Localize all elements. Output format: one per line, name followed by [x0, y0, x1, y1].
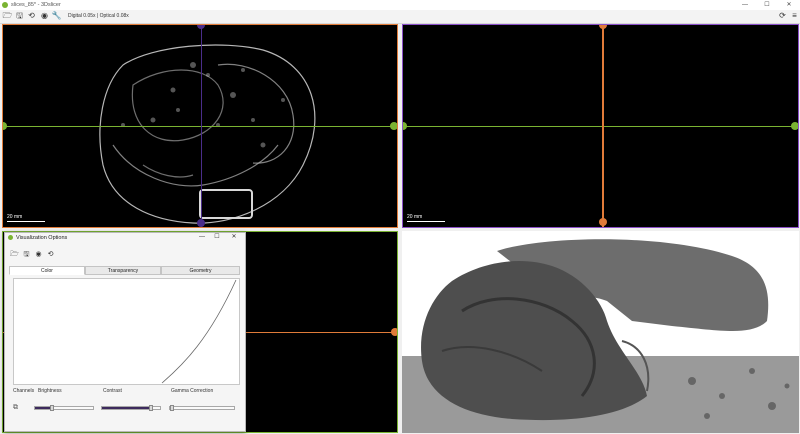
axial-scale-label: 20 mm [7, 214, 23, 220]
crosshair-handle-right[interactable] [391, 328, 397, 336]
crosshair-handle-bottom[interactable] [197, 219, 205, 227]
contrast-slider[interactable] [101, 405, 161, 411]
brightness-slider[interactable] [34, 405, 94, 411]
channels-label: Channels [13, 388, 35, 394]
folder-icon[interactable]: 🗁 [10, 250, 19, 259]
crosshair-handle-bottom[interactable] [599, 218, 607, 226]
dialog-minimize-button[interactable]: — [195, 233, 209, 242]
transfer-curve-plot [161, 279, 237, 384]
close-button[interactable]: ✕ [778, 0, 800, 10]
main-toolbar: 🗁 🖫 ⟲ ◉ 🔧 Digital 0.05x | Optical 0.08x … [0, 10, 800, 24]
reset-icon[interactable]: ⟲ [46, 250, 55, 259]
tab-color[interactable]: Color [9, 266, 85, 275]
window-title: slices_85* - 3Dslicer [11, 1, 61, 8]
3d-render-viewport[interactable] [402, 231, 799, 433]
channel-display-icon[interactable]: ⧉ [13, 404, 18, 412]
save-icon[interactable]: 🖫 [14, 11, 25, 21]
crosshair-handle-left[interactable] [403, 122, 407, 130]
axial-viewport[interactable]: 20 mm [2, 24, 398, 228]
eye-icon[interactable]: ◉ [39, 11, 50, 21]
title-bar: slices_85* - 3Dslicer — ☐ ✕ [0, 0, 800, 10]
3d-volume-render [402, 239, 799, 433]
gamma-slider-thumb[interactable] [170, 405, 174, 411]
maximize-button[interactable]: ☐ [756, 0, 778, 10]
wrench-icon[interactable]: 🔧 [51, 11, 62, 21]
open-folder-icon[interactable]: 🗁 [2, 11, 13, 21]
sagittal-viewport[interactable]: 20 mm [402, 24, 799, 228]
horizontal-crosshair[interactable] [403, 126, 798, 127]
vertical-crosshair[interactable] [201, 25, 202, 227]
crosshair-handle-top[interactable] [599, 25, 607, 29]
gamma-label: Gamma Correction [171, 388, 214, 394]
sagittal-scale-label: 20 mm [407, 214, 423, 220]
history-icon[interactable]: ⟲ [26, 11, 37, 21]
brightness-label: Brightness [38, 388, 62, 394]
app-logo-icon [2, 1, 8, 8]
menu-icon[interactable]: ≡ [789, 11, 800, 21]
camera-icon[interactable]: ◉ [34, 250, 43, 259]
tab-transparency[interactable]: Transparency [85, 266, 161, 275]
sagittal-scale-bar: 20 mm [407, 214, 445, 222]
crosshair-handle-right[interactable] [390, 122, 397, 130]
visualization-options-dialog: Visualization Options — ☐ ✕ 🗁 🖫 ◉ ⟲ Colo… [4, 232, 246, 432]
gamma-slider[interactable] [169, 405, 235, 411]
color-transfer-curve[interactable] [13, 278, 240, 385]
brightness-slider-thumb[interactable] [50, 405, 55, 411]
vertical-crosshair[interactable] [602, 25, 604, 227]
options-tabs: Color Transparency Geometry [9, 266, 240, 275]
zoom-status: Digital 0.05x | Optical 0.08x [68, 12, 129, 19]
tab-geometry[interactable]: Geometry [161, 266, 240, 275]
dialog-maximize-button[interactable]: ☐ [210, 233, 224, 242]
contrast-fill [102, 407, 152, 409]
dialog-close-button[interactable]: ✕ [227, 233, 241, 242]
crosshair-handle-right[interactable] [791, 122, 798, 130]
contrast-slider-thumb[interactable] [149, 405, 154, 411]
dialog-title: Visualization Options [16, 234, 68, 241]
contrast-label: Contrast [103, 388, 122, 394]
dialog-app-icon [8, 235, 13, 240]
axial-scale-bar: 20 mm [7, 214, 45, 222]
refresh-icon[interactable]: ⟳ [777, 11, 788, 21]
save-icon[interactable]: 🖫 [22, 250, 31, 259]
minimize-button[interactable]: — [734, 0, 756, 10]
